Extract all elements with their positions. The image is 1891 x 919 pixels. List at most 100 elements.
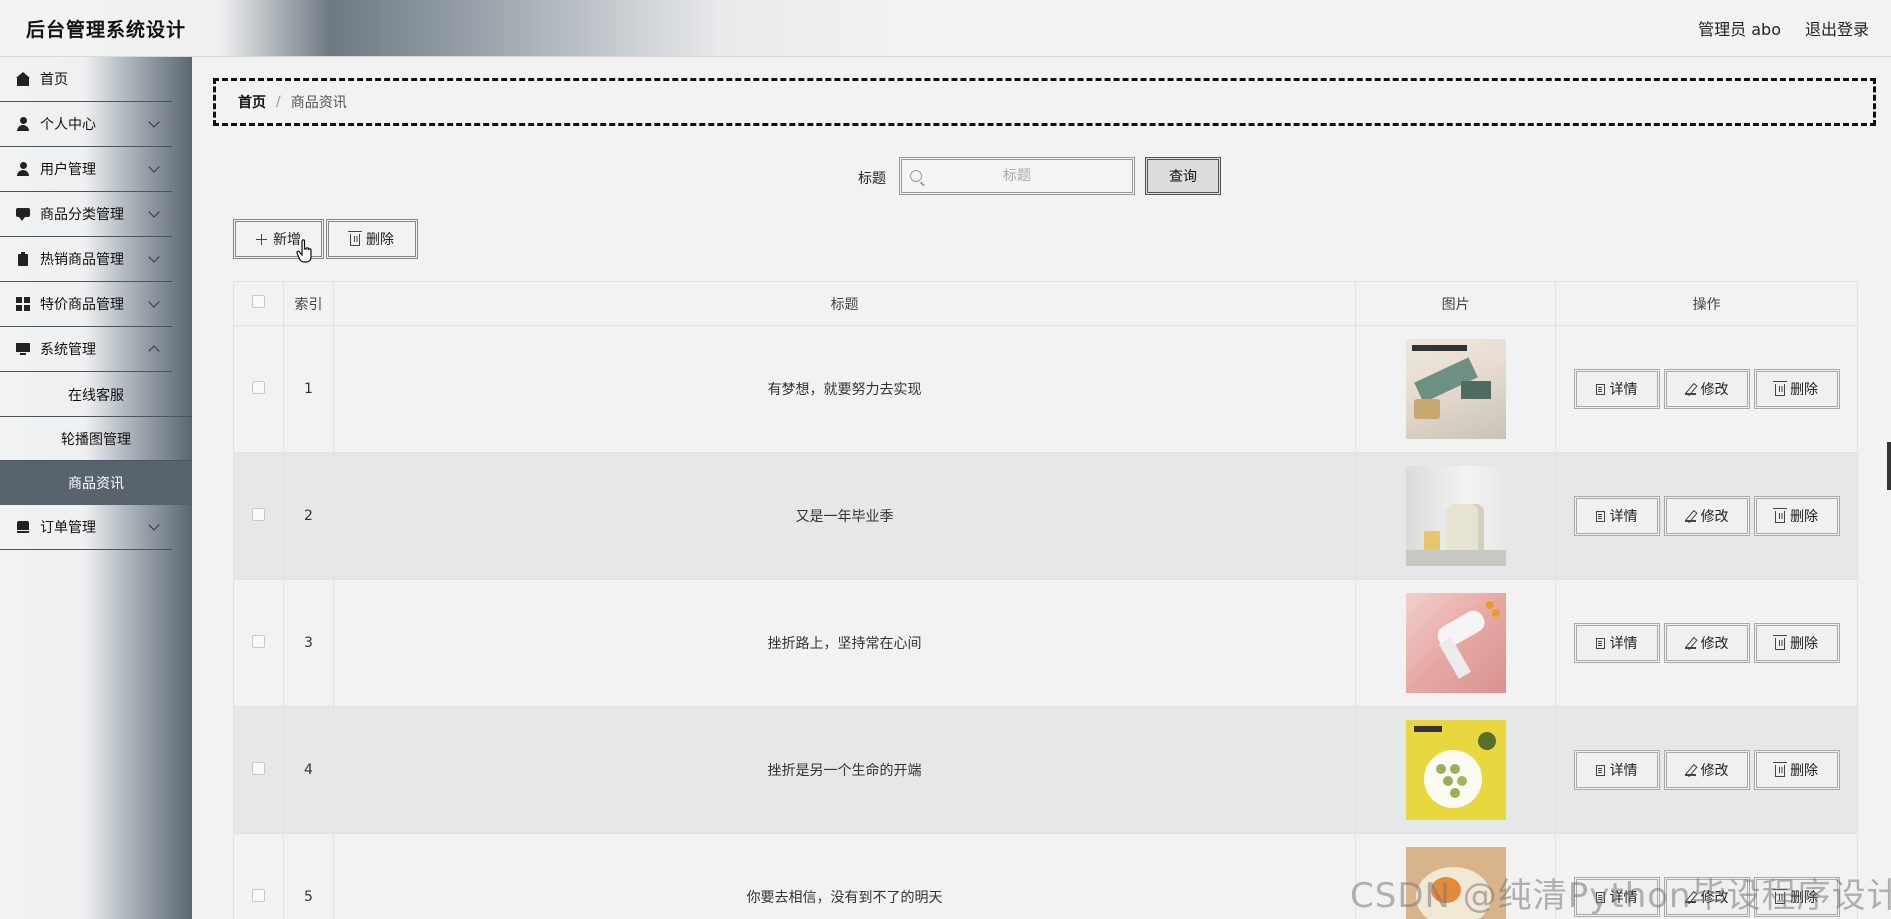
delete-label: 删除 <box>1790 382 1819 398</box>
chevron-down-icon <box>148 206 160 218</box>
query-button[interactable]: 查询 <box>1145 157 1221 195</box>
row-checkbox[interactable] <box>251 634 265 648</box>
edit-button[interactable]: 修改 <box>1663 623 1750 663</box>
row-index: 1 <box>282 325 334 453</box>
row-delete-button[interactable]: 删除 <box>1753 369 1840 409</box>
delete-label: 删除 <box>1790 509 1819 525</box>
batch-delete-button[interactable]: 删除 <box>326 219 418 259</box>
table-row: 2 又是一年毕业季 详情 修改 删除 <box>233 452 1858 580</box>
sidebar-item-label: 系统管理 <box>40 342 96 358</box>
row-title: 又是一年毕业季 <box>332 452 1357 580</box>
row-actions: 详情 修改 删除 <box>1555 579 1858 707</box>
trash-icon <box>1773 381 1788 396</box>
row-delete-button[interactable]: 删除 <box>1753 750 1840 790</box>
sidebar-item-hot-products[interactable]: 热销商品管理 <box>0 237 172 282</box>
sidebar-item-special-products[interactable]: 特价商品管理 <box>0 282 172 327</box>
edit-button[interactable]: 修改 <box>1663 369 1750 409</box>
row-delete-button[interactable]: 删除 <box>1753 623 1840 663</box>
sidebar-item-label: 个人中心 <box>40 117 96 133</box>
edit-icon <box>1684 384 1696 395</box>
app-title: 后台管理系统设计 <box>26 19 187 41</box>
order-icon <box>16 520 30 534</box>
column-header-image: 图片 <box>1355 281 1557 326</box>
admin-user-label[interactable]: 管理员 abo <box>1698 16 1781 40</box>
column-header-title: 标题 <box>332 281 1357 326</box>
table-header-row: 索引 标题 图片 操作 <box>233 281 1858 326</box>
product-image <box>1405 593 1506 693</box>
trash-icon <box>1773 635 1788 650</box>
logout-link[interactable]: 退出登录 <box>1805 16 1869 40</box>
breadcrumb: 首页 / 商品资讯 <box>213 78 1876 126</box>
sidebar-subitem-product-news[interactable]: 商品资讯 <box>0 461 192 505</box>
chevron-down-icon <box>148 116 160 128</box>
row-image-cell <box>1355 706 1557 834</box>
search-input[interactable] <box>922 168 1112 184</box>
row-actions: 详情 修改 删除 <box>1555 452 1858 580</box>
search-box <box>899 157 1135 195</box>
row-checkbox[interactable] <box>251 761 265 775</box>
row-actions: 详情 修改 删除 <box>1555 706 1858 834</box>
sidebar-item-personal-center[interactable]: 个人中心 <box>0 102 172 147</box>
monitor-icon <box>16 342 30 356</box>
table-row: 4 挫折是另一个生命的开端 详情 修改 删除 <box>233 706 1858 834</box>
row-select-cell <box>233 579 284 707</box>
user-icon <box>16 117 30 131</box>
table-row: 1 有梦想，就要努力去实现 详情 修改 删除 <box>233 325 1858 453</box>
trash-icon <box>348 231 362 246</box>
row-checkbox[interactable] <box>251 888 265 902</box>
chevron-down-icon <box>148 519 160 531</box>
row-index: 4 <box>282 706 334 834</box>
document-icon <box>1595 764 1605 776</box>
plus-icon <box>256 233 267 245</box>
detail-label: 详情 <box>1609 382 1638 398</box>
detail-button[interactable]: 详情 <box>1573 496 1660 536</box>
sidebar-item-category-management[interactable]: 商品分类管理 <box>0 192 172 237</box>
news-table: 索引 标题 图片 操作 1 有梦想，就要努力去实现 详情 修改 删除 2 又是一年毕… <box>233 281 1858 919</box>
hand-cursor-icon <box>296 239 312 263</box>
sidebar-item-home[interactable]: 首页 <box>0 57 172 102</box>
sidebar-item-order-management[interactable]: 订单管理 <box>0 505 172 550</box>
search-label: 标题 <box>858 171 886 187</box>
row-index: 3 <box>282 579 334 707</box>
edit-button[interactable]: 修改 <box>1663 750 1750 790</box>
search-icon <box>910 170 922 182</box>
row-image-cell <box>1355 579 1557 707</box>
breadcrumb-separator: / <box>276 94 281 110</box>
select-all-cell <box>233 281 284 326</box>
row-actions: 详情 修改 删除 <box>1555 325 1858 453</box>
edit-button[interactable]: 修改 <box>1663 496 1750 536</box>
edit-label: 修改 <box>1700 382 1729 398</box>
row-index: 2 <box>282 452 334 580</box>
sidebar-subitem-carousel[interactable]: 轮播图管理 <box>0 417 192 461</box>
row-select-cell <box>233 833 284 919</box>
sidebar-subitem-online-service[interactable]: 在线客服 <box>0 373 192 417</box>
edit-label: 修改 <box>1700 636 1729 652</box>
detail-button[interactable]: 详情 <box>1573 750 1660 790</box>
table-row: 3 挫折路上，坚持常在心间 详情 修改 删除 <box>233 579 1858 707</box>
sidebar-item-system-management[interactable]: 系统管理 <box>0 327 172 372</box>
detail-button[interactable]: 详情 <box>1573 623 1660 663</box>
delete-label: 删除 <box>1790 636 1819 652</box>
user-icon <box>16 162 30 176</box>
row-checkbox[interactable] <box>251 380 265 394</box>
edit-icon <box>1684 511 1696 522</box>
sidebar-item-label: 商品分类管理 <box>40 207 124 223</box>
chevron-up-icon <box>148 345 160 357</box>
breadcrumb-home[interactable]: 首页 <box>238 92 266 112</box>
row-index: 5 <box>282 833 334 919</box>
sidebar-item-label: 用户管理 <box>40 162 96 178</box>
detail-label: 详情 <box>1609 509 1638 525</box>
row-select-cell <box>233 452 284 580</box>
document-icon <box>1595 637 1605 649</box>
sidebar-item-user-management[interactable]: 用户管理 <box>0 147 172 192</box>
product-image <box>1405 720 1506 820</box>
select-all-checkbox[interactable] <box>251 295 265 308</box>
row-checkbox[interactable] <box>251 507 265 521</box>
detail-button[interactable]: 详情 <box>1573 369 1660 409</box>
detail-label: 详情 <box>1609 763 1638 779</box>
top-header: 后台管理系统设计 管理员 abo 退出登录 <box>0 0 1891 57</box>
row-title: 挫折是另一个生命的开端 <box>332 706 1357 834</box>
sidebar-item-label: 订单管理 <box>40 520 96 536</box>
trash-icon <box>1773 762 1788 777</box>
row-delete-button[interactable]: 删除 <box>1753 496 1840 536</box>
